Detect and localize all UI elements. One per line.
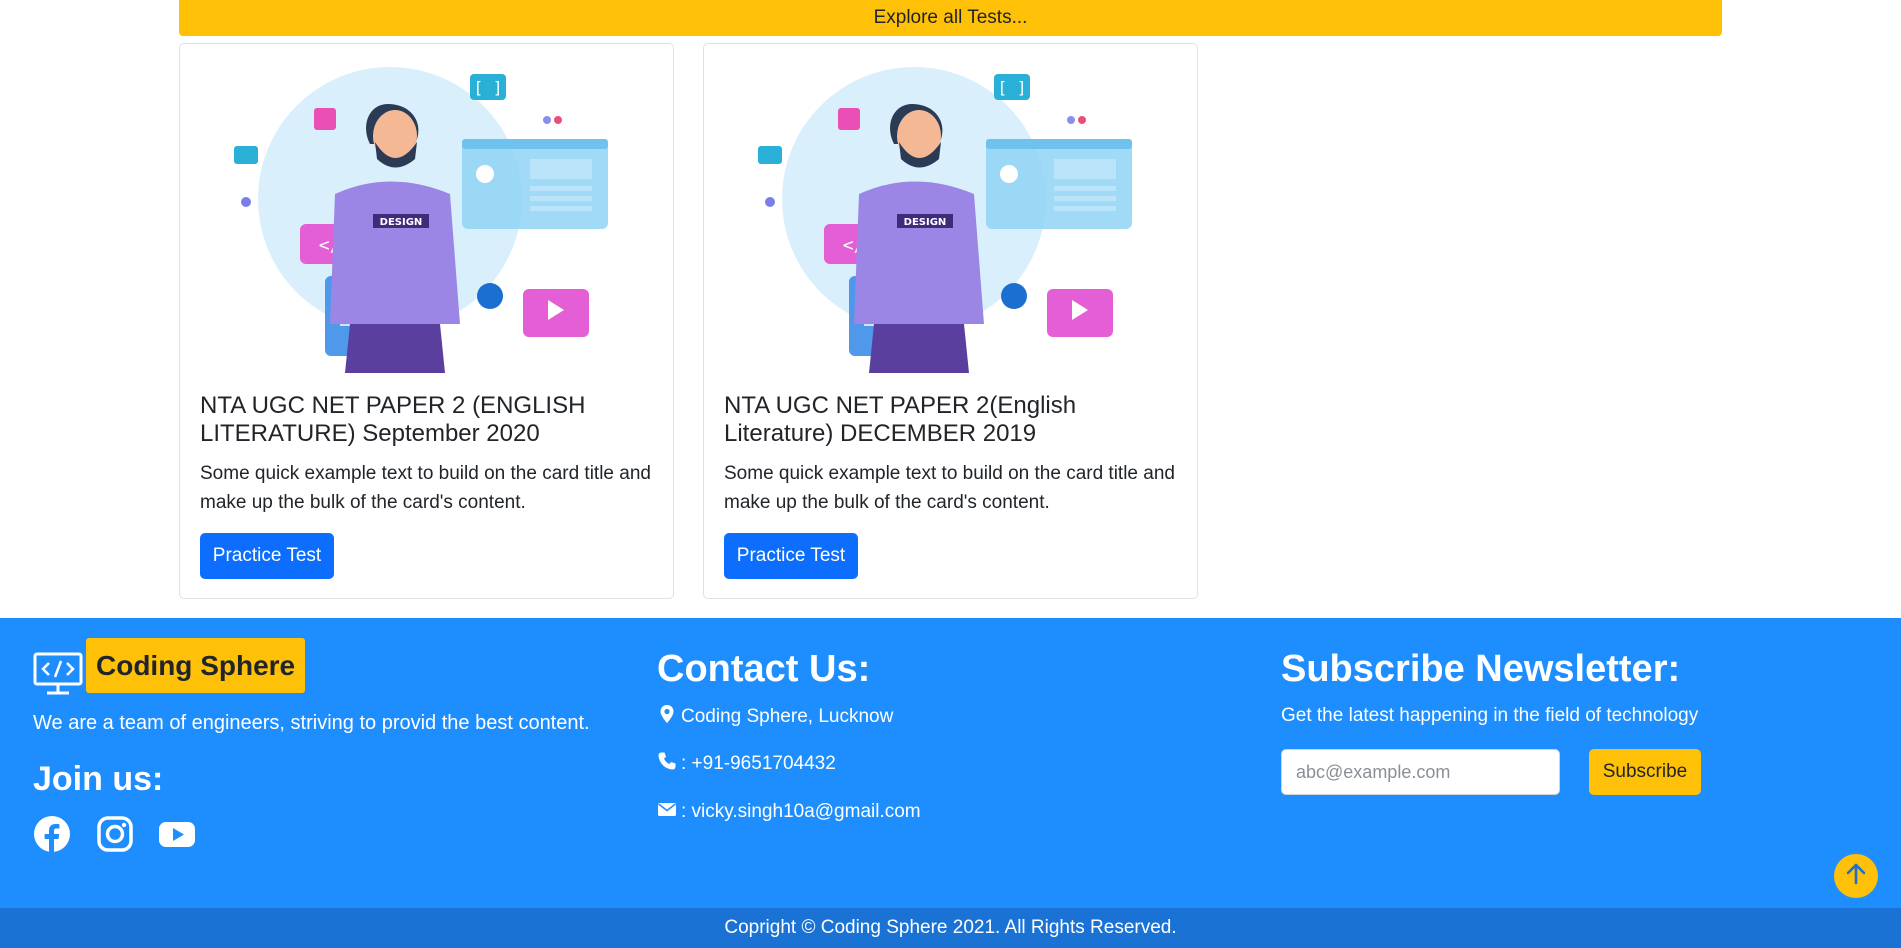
back-to-top-button[interactable] [1834,854,1878,898]
contact-email: : vicky.singh10a@gmail.com [657,799,921,825]
card-illustration: [ ] </> DESIGN [724,64,1179,373]
contact-address-text: Coding Sphere, Lucknow [681,706,894,727]
svg-text:[ ]: [ ] [474,78,503,97]
svg-text:[ ]: [ ] [998,78,1027,97]
instagram-icon[interactable] [96,815,134,853]
card-title: NTA UGC NET PAPER 2(English Literature) … [724,392,1077,447]
copyright-bar: Copright © Coding Sphere 2021. All Right… [0,908,1901,948]
explore-all-tests-button[interactable]: Explore all Tests... [179,0,1722,36]
card-illustration: [ ] </> DESIGN [200,64,655,373]
footer-about-text: We are a team of engineers, striving to … [33,712,590,734]
card-title: NTA UGC NET PAPER 2 (ENGLISH LITERATURE)… [200,392,586,447]
code-monitor-icon [33,650,83,696]
newsletter-email-input[interactable] [1281,749,1560,795]
contact-heading: Contact Us: [657,648,871,690]
test-card: [ ] </> DESIGN [703,43,1198,599]
card-text: Some quick example text to build on the … [724,463,1175,513]
card-text: Some quick example text to build on the … [200,463,651,513]
arrow-up-icon [1843,861,1869,892]
svg-text:DESIGN: DESIGN [380,217,423,228]
contact-phone-text: : +91-9651704432 [681,753,836,774]
newsletter-heading: Subscribe Newsletter: [1281,648,1681,690]
svg-text:DESIGN: DESIGN [904,217,947,228]
contact-email-text: : vicky.singh10a@gmail.com [681,801,921,822]
location-pin-icon [657,704,677,730]
copyright-text: Copright © Coding Sphere 2021. All Right… [724,917,1177,938]
envelope-icon [657,799,677,825]
practice-test-button[interactable]: Practice Test [200,533,334,579]
facebook-icon[interactable] [33,815,71,853]
newsletter-subtitle: Get the latest happening in the field of… [1281,705,1699,726]
contact-address: Coding Sphere, Lucknow [657,704,893,730]
subscribe-button[interactable]: Subscribe [1589,749,1701,795]
test-card: [ ] </> DESIGN [179,43,674,599]
site-footer: Coding Sphere We are a team of engineers… [0,618,1901,908]
phone-icon [657,751,677,777]
join-us-heading: Join us: [33,760,164,798]
youtube-icon[interactable] [158,815,196,853]
contact-phone: : +91-9651704432 [657,751,836,777]
practice-test-button[interactable]: Practice Test [724,533,858,579]
brand-name[interactable]: Coding Sphere [86,638,306,693]
